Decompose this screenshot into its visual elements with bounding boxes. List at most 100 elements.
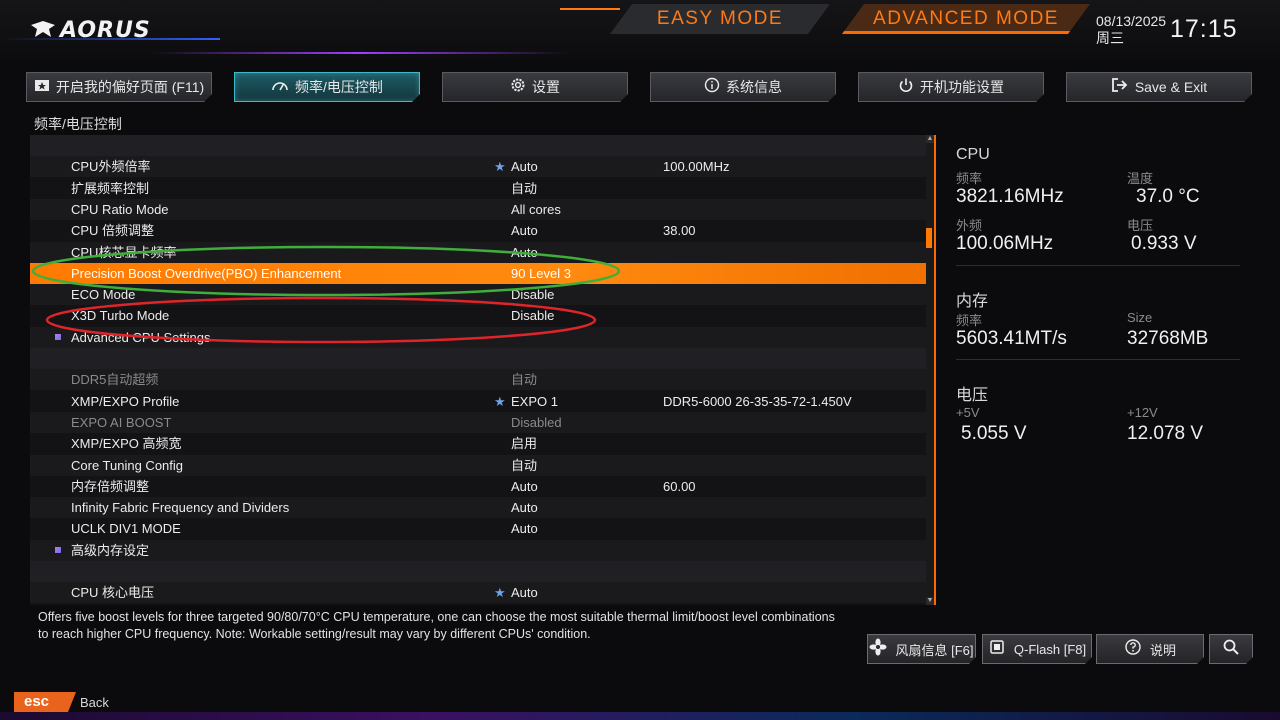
eagle-icon	[31, 21, 55, 37]
advanced-mode-tab[interactable]: ADVANCED MODE	[842, 4, 1090, 34]
top-header: AORUS EASY MODE ADVANCED MODE 08/13/2025…	[0, 0, 1280, 62]
setting-row[interactable]: Advanced CPU Settings	[30, 326, 926, 348]
power-icon	[898, 77, 914, 97]
tab-label: 开机功能设置	[920, 79, 1004, 95]
setting-row[interactable]: Core Tuning Config 自动	[30, 454, 926, 476]
scroll-down-arrow-icon[interactable]: ▼	[926, 597, 934, 605]
setting-row[interactable]: Infinity Fabric Frequency and Dividers Au…	[30, 497, 926, 519]
tab-system-info[interactable]: 系统信息	[650, 72, 836, 102]
tab-favorites[interactable]: 开启我的偏好页面 (F11)	[26, 72, 212, 102]
clock-display: 17:15	[1170, 15, 1238, 43]
setting-row[interactable]: CPU Ratio Mode All cores	[30, 198, 926, 220]
easy-mode-tab[interactable]: EASY MODE	[610, 4, 830, 34]
favorite-star-icon[interactable]: ★	[494, 582, 506, 603]
setting-name: CPU Ratio Mode	[71, 201, 169, 217]
tab-label: 开启我的偏好页面 (F11)	[55, 79, 205, 95]
setting-name: EXPO AI BOOST	[71, 414, 172, 430]
date-display: 08/13/2025 周三	[1096, 13, 1166, 47]
setting-row[interactable]: DDR5自动超频 自动	[30, 369, 926, 391]
v12-label: +12V	[1127, 405, 1158, 420]
favorite-star-icon[interactable]: ★	[494, 156, 506, 177]
favorite-star-icon[interactable]: ★	[494, 391, 506, 412]
setting-name: CPU 核心电压	[71, 585, 155, 601]
setting-value[interactable]: Disable	[511, 305, 554, 326]
setting-row[interactable]: CPU 核心电压 ★ Auto	[30, 582, 926, 604]
setting-row[interactable]: CPU 倍频调整 Auto 38.00	[30, 220, 926, 241]
submenu-bullet-icon	[55, 546, 61, 553]
setting-value[interactable]: Auto	[511, 220, 538, 241]
setting-value[interactable]: 自动	[511, 369, 537, 390]
button-label: 说明	[1149, 642, 1176, 658]
setting-row[interactable]: XMP/EXPO Profile ★ EXPO 1 DDR5-6000 26-35-3…	[30, 391, 926, 412]
tab-frequency-voltage[interactable]: 频率/电压控制	[234, 72, 420, 102]
setting-value[interactable]: Disabled	[511, 412, 562, 433]
exit-icon	[1111, 77, 1129, 97]
setting-value[interactable]: Auto	[511, 497, 538, 518]
search-button[interactable]	[1209, 634, 1253, 664]
setting-name: Advanced CPU Settings	[71, 329, 211, 345]
setting-row[interactable]: XMP/EXPO 高频宽 启用	[30, 433, 926, 454]
v5-value: 5.055 V	[961, 423, 1027, 444]
date-text: 08/13/2025	[1096, 13, 1167, 29]
fan-info-button[interactable]: 风扇信息 [F6]	[867, 634, 976, 664]
setting-name: DDR5自动超频	[71, 372, 159, 388]
cpu-bclk-value: 100.06MHz	[956, 233, 1054, 254]
tab-settings[interactable]: 设置	[442, 72, 628, 102]
help-description: Offers five boost levels for three targe…	[38, 610, 835, 641]
fan-icon	[869, 638, 887, 661]
speedometer-icon	[271, 78, 289, 96]
button-label: Q-Flash [F8]	[1013, 641, 1087, 657]
esc-back-button[interactable]: esc	[14, 692, 76, 712]
setting-row[interactable]: 扩展频率控制 自动	[30, 178, 926, 199]
setting-name: UCLK DIV1 MODE	[71, 521, 181, 537]
memory-heading: 内存	[956, 293, 989, 310]
mem-freq-value: 5603.41MT/s	[956, 328, 1067, 349]
setting-value[interactable]: 自动	[511, 455, 537, 476]
tab-label: Save & Exit	[1134, 79, 1208, 95]
setting-row[interactable]: CPU外频倍率 ★ Auto 100.00MHz	[30, 156, 926, 178]
setting-value[interactable]: Auto	[511, 242, 538, 263]
setting-value[interactable]: Auto	[511, 476, 538, 497]
setting-value[interactable]: Auto	[511, 518, 538, 539]
setting-name: Infinity Fabric Frequency and Dividers	[71, 500, 290, 516]
voltage-heading: 电压	[956, 387, 989, 404]
favorite-page-icon	[34, 78, 50, 96]
setting-value[interactable]: Auto	[511, 582, 538, 603]
list-spacer	[30, 561, 926, 582]
setting-row[interactable]: EXPO AI BOOST Disabled	[30, 411, 926, 433]
setting-row[interactable]: CPU核芯显卡频率 Auto	[30, 241, 926, 263]
setting-row[interactable]: 高级内存设定	[30, 539, 926, 561]
help-button[interactable]: 说明	[1096, 634, 1204, 664]
setting-value[interactable]: All cores	[511, 199, 561, 220]
setting-value[interactable]: 自动	[511, 178, 537, 199]
chip-icon	[988, 638, 1006, 661]
cpu-volt-value: 0.933 V	[1131, 233, 1197, 254]
qflash-button[interactable]: Q-Flash [F8]	[982, 634, 1092, 664]
scrollbar-thumb[interactable]	[926, 228, 932, 248]
setting-value[interactable]: 90 Level 3	[511, 263, 571, 284]
setting-row[interactable]: 内存倍频调整 Auto 60.00	[30, 476, 926, 497]
setting-value[interactable]: EXPO 1	[511, 391, 558, 412]
mem-size-label: Size	[1127, 310, 1153, 325]
cpu-volt-label: 电压	[1127, 218, 1154, 233]
setting-row[interactable]: UCLK DIV1 MODE Auto	[30, 518, 926, 539]
list-spacer	[30, 135, 926, 156]
list-spacer	[30, 348, 926, 369]
selected-setting-row[interactable]: Precision Boost Overdrive(PBO) Enhanceme…	[30, 262, 926, 284]
tab-boot[interactable]: 开机功能设置	[858, 72, 1044, 102]
back-label: Back	[80, 695, 109, 710]
scrollbar-track[interactable]	[926, 135, 934, 605]
scroll-up-arrow-icon[interactable]: ▲	[926, 135, 934, 143]
tab-save-exit[interactable]: Save & Exit	[1066, 72, 1252, 102]
setting-row[interactable]: ECO Mode Disable	[30, 284, 926, 306]
setting-value[interactable]: Disable	[511, 284, 554, 305]
setting-row[interactable]: X3D Turbo Mode Disable	[30, 305, 926, 326]
breadcrumb: 频率/电压控制	[34, 116, 122, 132]
tab-label: 设置	[532, 79, 560, 95]
setting-value[interactable]: 启用	[511, 433, 537, 454]
gear-icon	[510, 77, 526, 97]
setting-name: CPU核芯显卡频率	[71, 244, 177, 260]
setting-name: 内存倍频调整	[71, 478, 150, 494]
main-tab-bar: 开启我的偏好页面 (F11) 频率/电压控制 设置 系统信息 开机功能设置 Sa…	[0, 66, 1280, 106]
setting-value[interactable]: Auto	[511, 156, 538, 177]
